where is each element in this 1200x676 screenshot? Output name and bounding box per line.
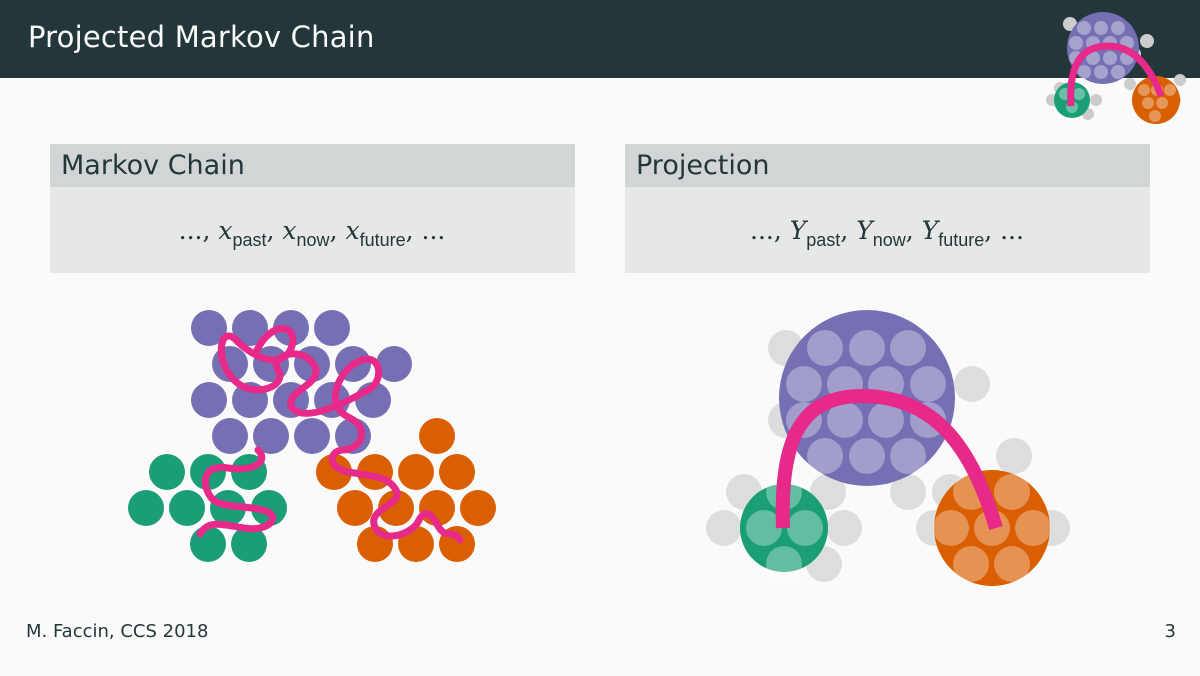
sequence-trail: , ...: [984, 216, 1024, 245]
projection-diagram: [706, 310, 1070, 586]
sequence-var-now: x: [282, 216, 296, 245]
svg-text:..., Ypast, Ynow, Yfuture, ...: ..., Ypast, Ynow, Yfuture, ...: [750, 216, 1024, 250]
markov-chain-block: Markov Chain ..., xpast, xnow, xfuture, …: [50, 144, 575, 273]
markov-chain-body: ..., xpast, xnow, xfuture, ...: [50, 187, 575, 273]
slide-title: Projected Markov Chain: [28, 20, 375, 54]
sequence-sub-now: now: [297, 230, 331, 250]
sequence-sub-future: future: [360, 230, 406, 250]
projection-title: Projection: [625, 144, 1150, 187]
sequence-lead: ...,: [750, 216, 790, 245]
projection-block: Projection ..., Ypast, Ynow, Yfuture, ..…: [625, 144, 1150, 273]
logo-projection-icon: [1046, 12, 1186, 124]
projection-sequence-formula: ..., Ypast, Ynow, Yfuture, ...: [750, 216, 1024, 250]
projection-body: ..., Ypast, Ynow, Yfuture, ...: [625, 187, 1150, 273]
svg-text:..., xpast, xnow, xfuture, ...: ..., xpast, xnow, xfuture, ...: [179, 216, 446, 250]
page-number: 3: [1164, 621, 1176, 642]
sequence-sub-past: past: [806, 230, 840, 250]
markov-chain-title: Markov Chain: [50, 144, 575, 187]
footer-author: M. Faccin, CCS 2018: [26, 621, 209, 642]
sequence-sub-future: future: [938, 230, 984, 250]
slide-header: Projected Markov Chain: [0, 0, 1200, 78]
sequence-var-past: x: [218, 216, 232, 245]
sequence-var-future: x: [345, 216, 359, 245]
markov-sequence-formula: ..., xpast, xnow, xfuture, ...: [179, 216, 446, 250]
sequence-sub-now: now: [873, 230, 907, 250]
sequence-trail: , ...: [406, 216, 446, 245]
sequence-lead: ...,: [179, 216, 219, 245]
markov-chain-diagram: [128, 310, 496, 562]
sequence-sub-past: past: [232, 230, 266, 250]
